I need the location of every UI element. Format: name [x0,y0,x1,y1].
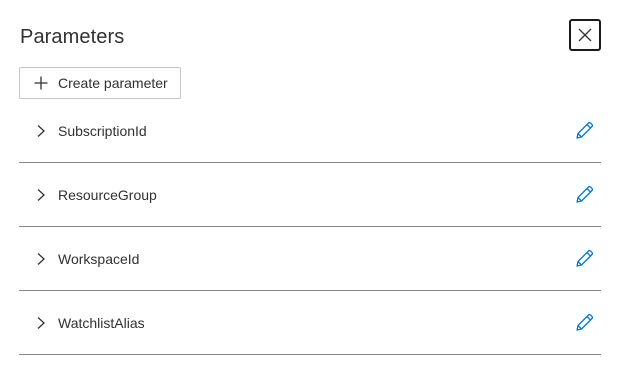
pencil-icon[interactable] [573,120,595,142]
parameter-list: SubscriptionId ResourceGroup WorkspaceId [19,99,601,355]
parameter-name: SubscriptionId [58,123,147,139]
close-button[interactable] [569,19,601,51]
plus-icon [34,76,48,90]
chevron-right-icon[interactable] [35,124,47,138]
pencil-icon[interactable] [573,248,595,270]
parameter-row-subscriptionid[interactable]: SubscriptionId [19,99,601,163]
parameter-row-workspaceid[interactable]: WorkspaceId [19,227,601,291]
chevron-right-icon[interactable] [35,252,47,266]
create-parameter-button[interactable]: Create parameter [19,67,181,99]
pencil-icon[interactable] [573,184,595,206]
parameter-name: WorkspaceId [58,251,140,267]
create-parameter-label: Create parameter [58,75,168,91]
parameter-name: WatchlistAlias [58,315,145,331]
parameter-row-watchlistalias[interactable]: WatchlistAlias [19,291,601,355]
chevron-right-icon[interactable] [35,188,47,202]
parameter-row-resourcegroup[interactable]: ResourceGroup [19,163,601,227]
close-icon [578,28,592,42]
pencil-icon[interactable] [573,312,595,334]
panel-title: Parameters [20,26,125,48]
parameter-name: ResourceGroup [58,187,157,203]
parameters-panel: Parameters Create parameter Subscription… [0,0,621,374]
chevron-right-icon[interactable] [35,316,47,330]
